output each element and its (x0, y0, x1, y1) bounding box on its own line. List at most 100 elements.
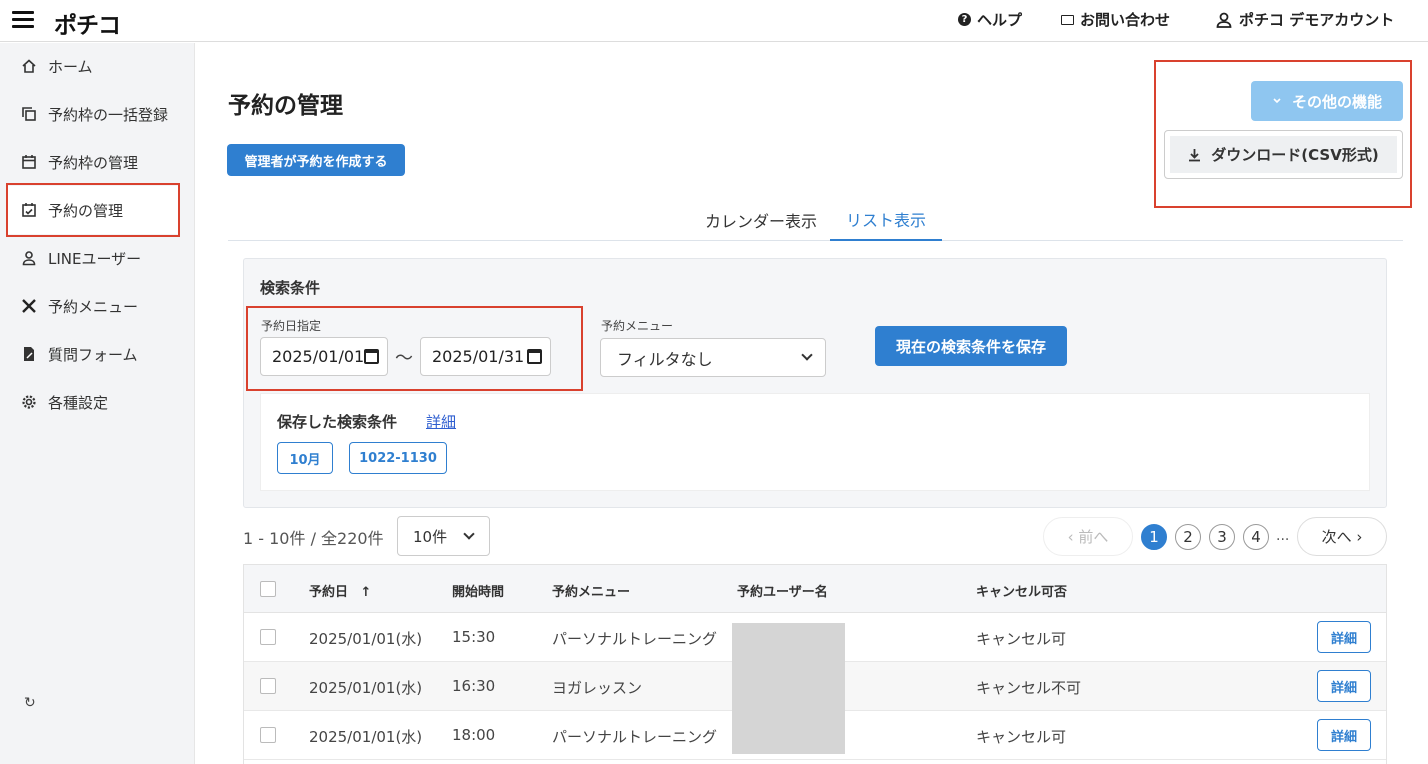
save-search-button[interactable]: 現在の検索条件を保存 (875, 326, 1067, 366)
hamburger-menu-icon[interactable] (12, 11, 34, 29)
saved-search-chip[interactable]: 1022-1130 (349, 442, 447, 474)
date-to-value: 2025/01/31 (432, 347, 525, 366)
col-header-menu: 予約メニュー (552, 585, 631, 600)
sidebar-item-reservation-management[interactable]: 予約の管理 (8, 186, 180, 234)
row-time: 15:30 (452, 628, 496, 646)
col-header-date[interactable]: 予約日 ↑ (309, 581, 371, 600)
sidebar-item-home[interactable]: ホーム (8, 42, 180, 90)
sidebar-item-label: 予約メニュー (48, 297, 139, 316)
date-range-label: 予約日指定 (261, 319, 322, 333)
refresh-icon[interactable]: ↻ (24, 695, 36, 711)
account-user-icon (1216, 12, 1232, 28)
sidebar-item-label: 各種設定 (48, 393, 109, 412)
menu-filter-value: フィルタなし (617, 349, 713, 369)
chevron-down-icon (463, 528, 475, 540)
row-date: 2025/01/01(水) (309, 679, 423, 697)
page-2-button[interactable]: 2 (1175, 524, 1201, 550)
app-logo[interactable]: ポチコ (54, 6, 121, 40)
saved-search-chip[interactable]: 10月 (277, 442, 333, 474)
gear-icon (20, 393, 38, 411)
col-header-start-time: 開始時間 (452, 585, 505, 600)
page-3-button[interactable]: 3 (1209, 524, 1235, 550)
calendar-icon (20, 153, 38, 171)
redacted-user-names (732, 623, 845, 754)
download-icon (1189, 148, 1201, 161)
calendar-picker-icon[interactable] (527, 349, 542, 364)
account-menu[interactable]: ポチコ デモアカウント (1215, 9, 1394, 30)
result-count: 1 - 10件 / 全220件 (243, 529, 384, 548)
sidebar-item-settings[interactable]: 各種設定 (8, 378, 180, 426)
form-icon (20, 345, 38, 363)
page-4-button[interactable]: 4 (1243, 524, 1269, 550)
other-features-label: その他の機能 (1291, 93, 1382, 111)
download-csv-label: ダウンロード(CSV形式) (1211, 146, 1379, 164)
row-checkbox[interactable] (260, 678, 276, 694)
help-label: ヘルプ (977, 11, 1023, 29)
date-from-value: 2025/01/01 (272, 347, 365, 366)
search-panel-title: 検索条件 (260, 279, 321, 297)
sidebar-item-label: 予約枠の管理 (48, 153, 139, 172)
sidebar-item-bulk-register[interactable]: 予約枠の一括登録 (8, 90, 180, 138)
create-reservation-button[interactable]: 管理者が予約を作成する (227, 144, 405, 176)
page-title: 予約の管理 (228, 93, 343, 119)
row-detail-button[interactable]: 詳細 (1317, 621, 1371, 653)
home-icon (20, 57, 38, 75)
account-label: ポチコ デモアカウント (1239, 11, 1395, 29)
row-menu: パーソナルトレーニング (552, 728, 718, 746)
help-icon: ? (958, 13, 971, 26)
row-detail-button[interactable]: 詳細 (1317, 719, 1371, 751)
per-page-value: 10件 (413, 527, 448, 546)
mail-icon (1061, 14, 1074, 25)
contact-link[interactable]: お問い合わせ (1061, 9, 1170, 30)
other-features-dropdown: ダウンロード(CSV形式) (1164, 130, 1403, 179)
user-icon (20, 249, 38, 267)
row-cancel: キャンセル可 (976, 728, 1067, 746)
saved-searches-title: 保存した検索条件 (277, 413, 398, 431)
row-cancel: キャンセル可 (976, 630, 1067, 648)
sidebar-item-line-users[interactable]: LINEユーザー (8, 234, 180, 282)
sidebar-item-slot-management[interactable]: 予約枠の管理 (8, 138, 180, 186)
calendar-picker-icon[interactable] (364, 349, 379, 364)
saved-searches-detail-link[interactable]: 詳細 (426, 411, 456, 432)
row-detail-button[interactable]: 詳細 (1317, 670, 1371, 702)
row-checkbox[interactable] (260, 727, 276, 743)
help-link[interactable]: ? ヘルプ (958, 9, 1022, 30)
date-range-separator: 〜 (395, 348, 413, 369)
download-csv-item[interactable]: ダウンロード(CSV形式) (1170, 136, 1397, 173)
menu-filter-label: 予約メニュー (601, 319, 674, 333)
contact-label: お問い合わせ (1080, 11, 1171, 29)
pagination-ellipsis: ... (1276, 528, 1290, 544)
sidebar-item-label: ホーム (48, 57, 93, 76)
col-header-cancel: キャンセル可否 (976, 585, 1068, 600)
table-header: 予約日 ↑ 開始時間 予約メニュー 予約ユーザー名 キャンセル可否 (244, 565, 1386, 613)
next-page-button[interactable]: 次へ › (1297, 517, 1387, 556)
prev-page-button[interactable]: ‹ 前へ (1043, 517, 1133, 556)
menu-filter-select[interactable]: フィルタなし (600, 338, 826, 377)
row-date: 2025/01/01(水) (309, 630, 423, 648)
tab-list-view[interactable]: リスト表示 (830, 198, 942, 241)
utensils-icon (20, 297, 38, 315)
sidebar-item-label: LINEユーザー (48, 249, 142, 268)
row-date: 2025/01/01(水) (309, 728, 423, 746)
sidebar-item-label: 予約枠の一括登録 (48, 105, 169, 124)
row-menu: パーソナルトレーニング (552, 630, 718, 648)
sidebar-item-question-form[interactable]: 質問フォーム (8, 330, 180, 378)
date-to-input[interactable]: 2025/01/31 (420, 337, 551, 376)
date-from-input[interactable]: 2025/01/01 (260, 337, 388, 376)
col-header-user: 予約ユーザー名 (737, 585, 828, 600)
chevron-down-icon (1273, 98, 1281, 104)
copy-icon (20, 105, 38, 123)
chevron-down-icon (801, 349, 813, 361)
row-cancel: キャンセル不可 (976, 679, 1082, 697)
row-checkbox[interactable] (260, 629, 276, 645)
top-header: ポチコ ? ヘルプ お問い合わせ ポチコ デモアカウント (0, 0, 1428, 42)
page-1-button[interactable]: 1 (1141, 524, 1167, 550)
sidebar-item-label: 予約の管理 (48, 201, 124, 220)
select-all-checkbox[interactable] (260, 581, 276, 597)
other-features-button[interactable]: その他の機能 (1251, 81, 1403, 121)
tab-calendar-view[interactable]: カレンダー表示 (697, 198, 825, 241)
per-page-select[interactable]: 10件 (397, 516, 490, 556)
sort-ascending-icon[interactable]: ↑ (361, 585, 372, 600)
sidebar-item-reservation-menu[interactable]: 予約メニュー (8, 282, 180, 330)
col-header-date-label: 予約日 (309, 585, 349, 600)
